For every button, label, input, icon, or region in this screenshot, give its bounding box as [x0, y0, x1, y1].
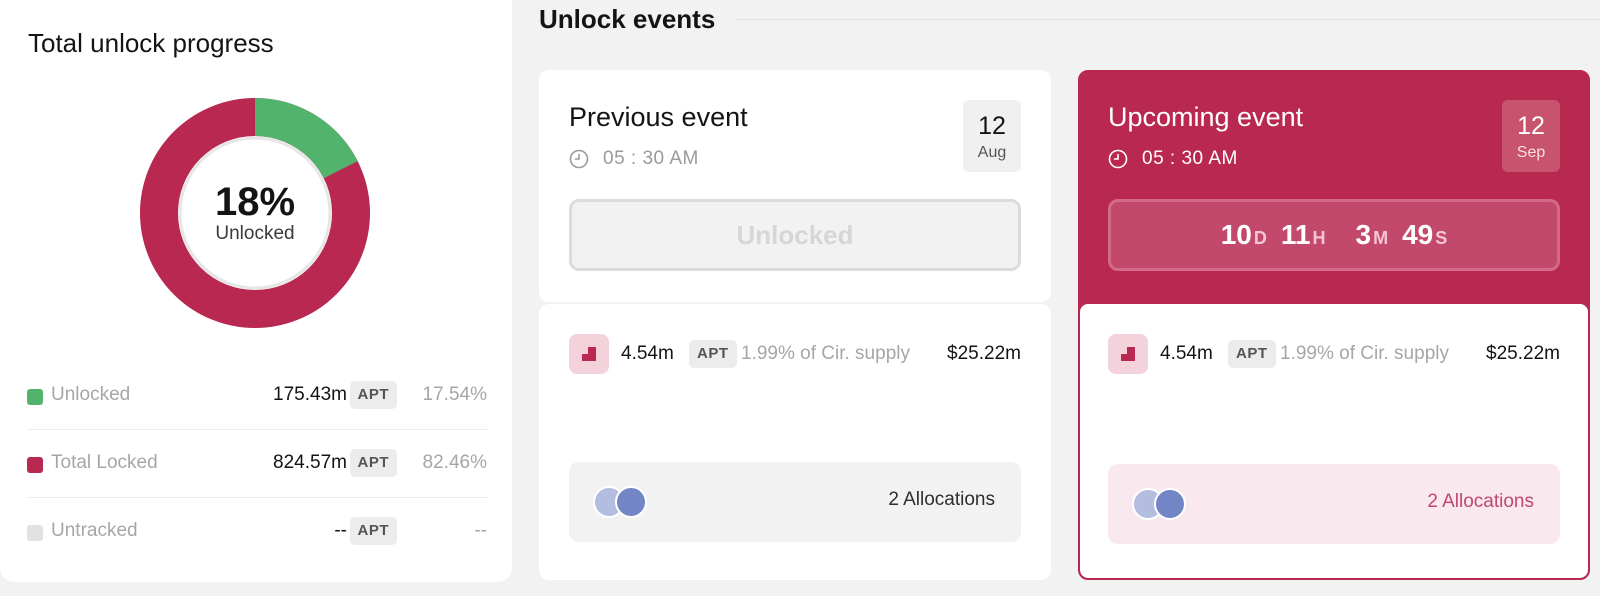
allocations-button[interactable]: 2 Allocations [1108, 464, 1560, 544]
legend-percent: 17.54% [422, 384, 487, 405]
unlocked-status-button: Unlocked [569, 199, 1021, 271]
date-badge: 12 Sep [1502, 100, 1560, 172]
date-month: Aug [977, 144, 1007, 161]
countdown-timer: 10 D 11 H 3 M 49 S [1108, 199, 1560, 271]
donut-label: Unlocked [215, 223, 295, 244]
event-title: Previous event [569, 102, 748, 132]
legend-label: Total Locked [51, 452, 158, 473]
legend-row-unlocked: Unlocked 175.43m APT 17.54% [27, 362, 487, 430]
token-logo-icon [1108, 334, 1148, 374]
event-header: Previous event 05 : 30 AM 12 Aug Unlocke… [539, 70, 1051, 302]
progress-title: Total unlock progress [28, 28, 274, 58]
allocation-summary: 4.54m APT 1.99% of Cir. supply $25.22m [1108, 334, 1560, 374]
donut-center: 18% Unlocked [138, 96, 372, 330]
event-time-text: 05 : 30 AM [1142, 148, 1238, 169]
legend-value: 175.43m [273, 384, 347, 405]
countdown-seconds: 49 [1402, 219, 1434, 250]
allocation-usd-value: $25.22m [1486, 343, 1560, 364]
token-logo-icon [569, 334, 609, 374]
legend-label: Unlocked [51, 384, 131, 405]
allocations-count: 2 Allocations [888, 489, 995, 510]
avatar [615, 486, 647, 518]
event-allocation-panel: 4.54m APT 1.99% of Cir. supply $25.22m 2… [539, 304, 1051, 580]
allocation-avatars [1132, 488, 1188, 520]
token-badge: APT [689, 340, 737, 368]
countdown-hours: 11 [1280, 219, 1311, 250]
clock-icon [569, 149, 589, 169]
token-badge: APT [1228, 340, 1276, 368]
date-day: 12 [1517, 112, 1545, 140]
allocation-amount: 4.54m [1160, 343, 1213, 364]
unlock-donut-chart: 18% Unlocked [138, 96, 372, 330]
clock-icon [1108, 149, 1128, 169]
legend-percent: -- [474, 520, 487, 541]
legend-swatch-untracked [27, 525, 43, 541]
event-time-text: 05 : 30 AM [603, 148, 699, 169]
section-title: Unlock events [539, 4, 716, 34]
countdown-hours-unit: H [1312, 228, 1326, 248]
date-month: Sep [1516, 144, 1546, 161]
token-badge: APT [349, 517, 397, 545]
upcoming-event-card[interactable]: Upcoming event 05 : 30 AM 12 Sep 10 D 11 H 3… [1078, 70, 1590, 580]
legend-row-total-locked: Total Locked 824.57m APT 82.46% [27, 430, 487, 498]
allocation-usd-value: $25.22m [947, 343, 1021, 364]
legend-percent: 82.46% [422, 452, 487, 473]
legend-value: 824.57m [273, 452, 347, 473]
allocation-summary: 4.54m APT 1.99% of Cir. supply $25.22m [569, 334, 1021, 374]
event-time: 05 : 30 AM [1108, 148, 1238, 170]
section-divider [735, 19, 1600, 20]
previous-event-card[interactable]: Previous event 05 : 30 AM 12 Aug Unlocke… [539, 70, 1051, 580]
countdown-seconds-unit: S [1435, 228, 1448, 248]
legend-row-untracked: Untracked -- APT -- [27, 498, 487, 566]
event-header: Upcoming event 05 : 30 AM 12 Sep 10 D 11 H 3… [1080, 72, 1588, 304]
countdown-minutes-unit: M [1373, 228, 1389, 248]
token-badge: APT [349, 449, 397, 477]
token-badge: APT [349, 381, 397, 409]
allocations-button[interactable]: 2 Allocations [569, 462, 1021, 542]
countdown-days: 10 [1220, 219, 1252, 250]
countdown-minutes: 3 [1355, 219, 1372, 250]
event-allocation-panel: 4.54m APT 1.99% of Cir. supply $25.22m 2… [1080, 304, 1588, 578]
event-time: 05 : 30 AM [569, 148, 699, 170]
allocations-count: 2 Allocations [1427, 491, 1534, 512]
avatar [1154, 488, 1186, 520]
donut-percent: 18% [214, 180, 296, 224]
legend-swatch-locked [27, 457, 43, 473]
allocation-supply: 1.99% of Cir. supply [741, 343, 910, 364]
allocation-amount: 4.54m [621, 343, 674, 364]
event-title: Upcoming event [1108, 102, 1304, 132]
legend-swatch-unlocked [27, 389, 43, 405]
countdown-days-unit: D [1253, 228, 1267, 248]
allocation-supply: 1.99% of Cir. supply [1280, 343, 1449, 364]
unlock-progress-card: Total unlock progress 18% Unlocked Unloc… [0, 0, 512, 582]
allocation-avatars [593, 486, 649, 518]
date-badge: 12 Aug [963, 100, 1021, 172]
legend-label: Untracked [51, 520, 138, 541]
progress-legend: Unlocked 175.43m APT 17.54% Total Locked… [27, 362, 487, 566]
legend-value: -- [334, 520, 347, 541]
date-day: 12 [978, 112, 1006, 140]
